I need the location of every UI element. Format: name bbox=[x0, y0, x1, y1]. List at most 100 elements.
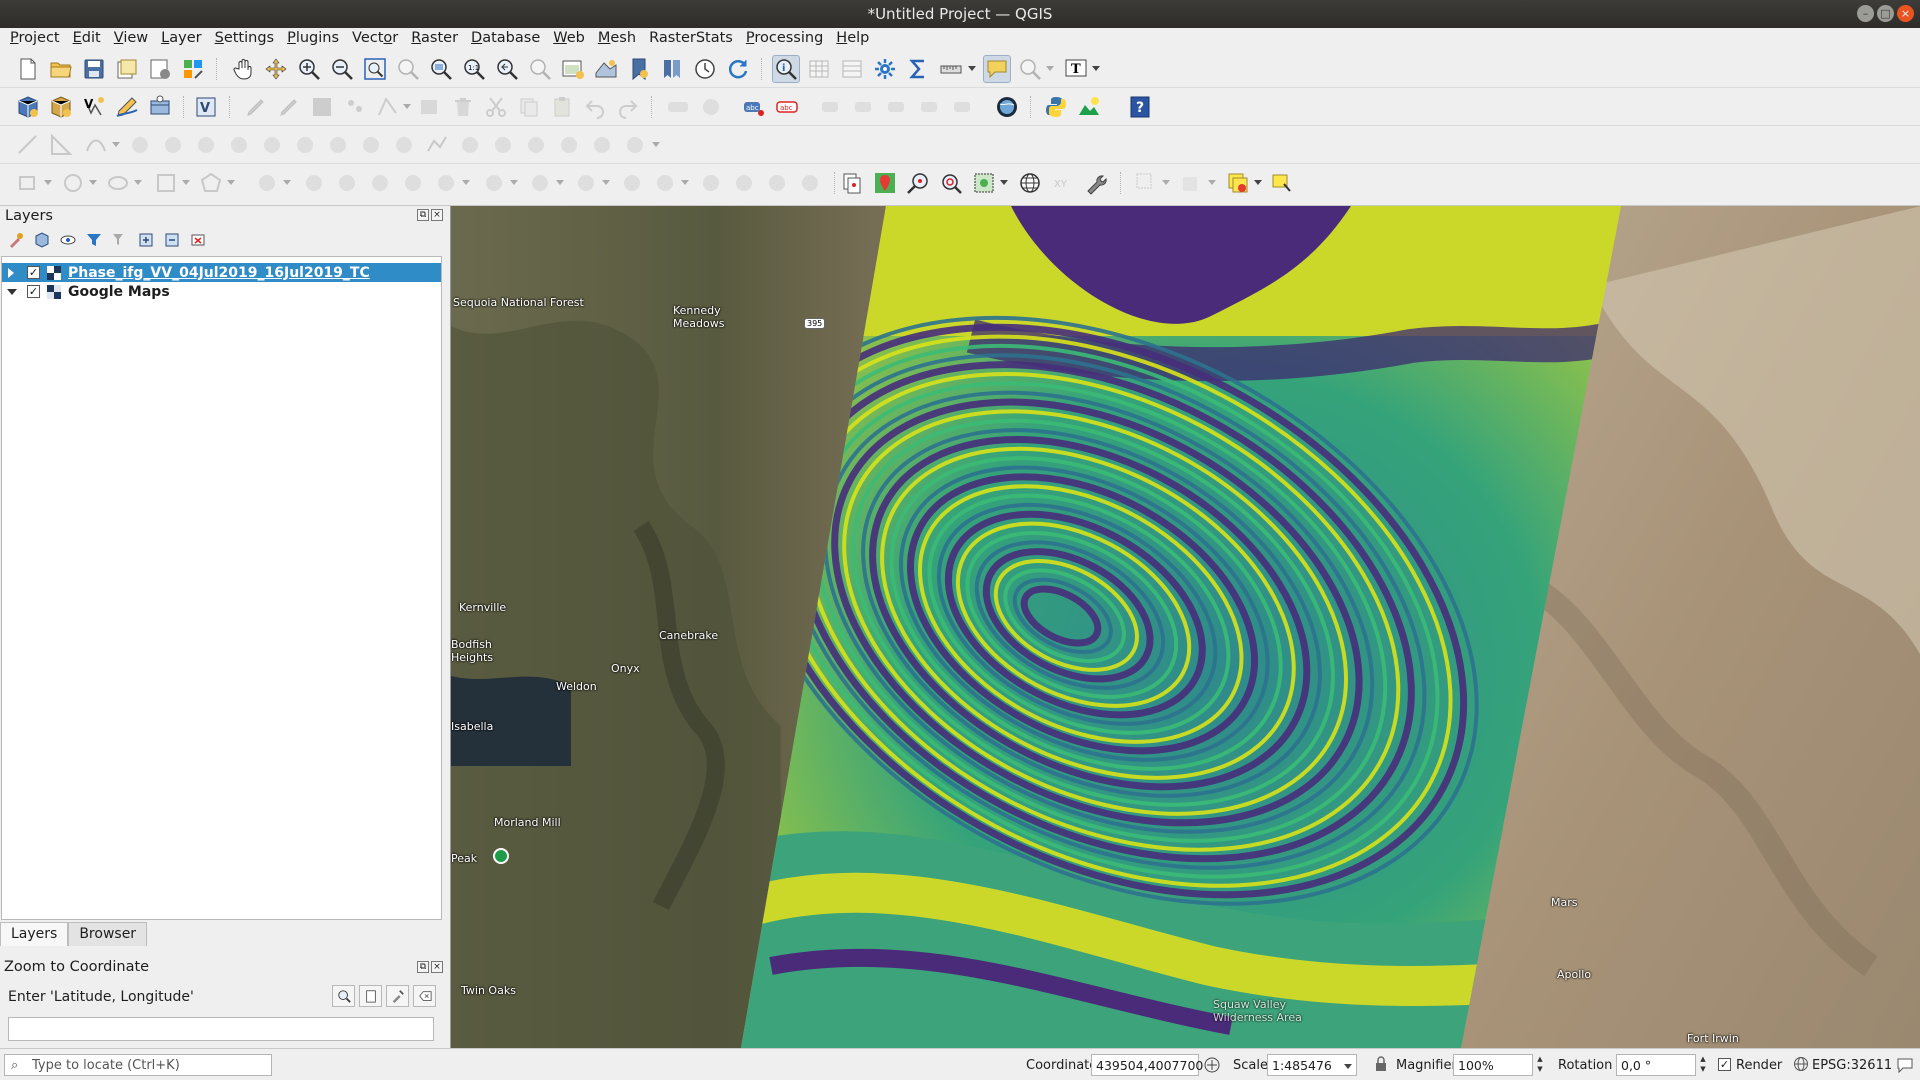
text-annotation-icon[interactable]: T bbox=[1062, 55, 1090, 83]
digitize-curve-icon[interactable] bbox=[82, 131, 110, 159]
fill-ring-icon[interactable] bbox=[192, 131, 220, 159]
cut-features-icon[interactable] bbox=[482, 93, 510, 121]
menu-layer[interactable]: Layer bbox=[155, 28, 208, 50]
zoom-out-icon[interactable] bbox=[328, 55, 356, 83]
deselect-all-icon[interactable] bbox=[1224, 169, 1252, 197]
add-ellipse-icon[interactable] bbox=[104, 169, 132, 197]
close-panel-button[interactable]: × bbox=[431, 209, 443, 221]
layout-manager-icon[interactable] bbox=[146, 55, 174, 83]
collapse-all-icon[interactable] bbox=[162, 230, 182, 250]
float-panel-button[interactable]: ⧉ bbox=[417, 961, 429, 973]
scale-dropdown-icon[interactable] bbox=[1344, 1064, 1352, 1069]
zoom-in-icon[interactable] bbox=[295, 55, 323, 83]
settings-wrench-icon[interactable] bbox=[1082, 169, 1110, 197]
add-polygon-icon[interactable] bbox=[197, 169, 225, 197]
toggle-extents-icon[interactable] bbox=[1203, 1056, 1221, 1078]
add-circle-icon[interactable] bbox=[59, 169, 87, 197]
menu-edit[interactable]: Edit bbox=[67, 28, 108, 50]
toggle-editing-icon[interactable] bbox=[242, 93, 270, 121]
shape-tool-j-icon[interactable] bbox=[618, 169, 646, 197]
zoom-to-coordinate-icon[interactable] bbox=[332, 985, 355, 1007]
web-globe-icon[interactable] bbox=[1016, 169, 1044, 197]
add-regular-polygon-icon[interactable] bbox=[152, 169, 180, 197]
paste-features-icon[interactable] bbox=[548, 93, 576, 121]
tab-browser[interactable]: Browser bbox=[68, 922, 148, 946]
shape-tool-m-icon[interactable] bbox=[730, 169, 758, 197]
trim-extend-icon[interactable] bbox=[390, 131, 418, 159]
zoom-to-layer-icon[interactable] bbox=[427, 55, 455, 83]
crs-globe-icon[interactable] bbox=[1793, 1056, 1809, 1076]
offset-point-symbols-icon[interactable] bbox=[621, 131, 649, 159]
open-attribute-table-icon[interactable] bbox=[805, 55, 833, 83]
menu-rasterstats[interactable]: RasterStats bbox=[643, 28, 740, 50]
messages-icon[interactable] bbox=[1896, 1056, 1914, 1078]
save-project-icon[interactable] bbox=[80, 55, 108, 83]
menu-plugins[interactable]: Plugins bbox=[281, 28, 346, 50]
show-unplaced-labels-icon[interactable]: abc bbox=[773, 93, 801, 121]
zoom-native-icon[interactable]: 1:1 bbox=[460, 55, 488, 83]
coordinate-input[interactable] bbox=[8, 1017, 434, 1041]
style-layer-icon[interactable] bbox=[6, 230, 26, 250]
xy-tool-icon[interactable]: XY bbox=[1049, 169, 1077, 197]
identify-features-icon[interactable]: i bbox=[772, 55, 800, 83]
zoom-to-extent-target-icon[interactable] bbox=[937, 169, 965, 197]
pan-to-selection-icon[interactable] bbox=[262, 55, 290, 83]
paste-coordinate-icon[interactable] bbox=[359, 985, 382, 1007]
reverse-line-icon[interactable] bbox=[357, 131, 385, 159]
layer-item-google-maps[interactable]: ✓ Google Maps bbox=[2, 282, 441, 301]
rotate-point-symbols-icon[interactable] bbox=[588, 131, 616, 159]
map-marker-icon[interactable] bbox=[493, 848, 509, 864]
lock-scale-icon[interactable] bbox=[1374, 1056, 1388, 1076]
label-tool-icon[interactable] bbox=[664, 93, 692, 121]
undo-icon[interactable] bbox=[581, 93, 609, 121]
capture-point-icon[interactable] bbox=[871, 169, 899, 197]
menu-processing[interactable]: Processing bbox=[740, 28, 830, 50]
cad-tools-icon[interactable] bbox=[47, 131, 75, 159]
locator-bar[interactable]: ⌕ Type to locate (Ctrl+K) bbox=[4, 1054, 272, 1076]
show-hide-labels-icon[interactable] bbox=[851, 93, 879, 121]
map-tips-icon[interactable] bbox=[983, 55, 1011, 83]
save-edits-icon[interactable] bbox=[308, 93, 336, 121]
menu-view[interactable]: View bbox=[108, 28, 155, 50]
raster-plugin-icon[interactable] bbox=[1075, 93, 1103, 121]
clear-coordinate-icon[interactable] bbox=[413, 985, 436, 1007]
zoom-last-icon[interactable] bbox=[493, 55, 521, 83]
remove-layer-icon[interactable] bbox=[188, 230, 208, 250]
vertex-tool-icon[interactable] bbox=[374, 93, 402, 121]
open-project-icon[interactable] bbox=[47, 55, 75, 83]
rotate-label-icon[interactable] bbox=[917, 93, 945, 121]
layer-item-phase-ifg[interactable]: ✓ Phase_ifg_VV_04Jul2019_16Jul2019_TC bbox=[2, 263, 441, 282]
data-source-manager-icon[interactable] bbox=[14, 93, 42, 121]
python-console-icon[interactable] bbox=[1042, 93, 1070, 121]
simplify-feature-icon[interactable] bbox=[423, 131, 451, 159]
select-by-rectangle-icon[interactable] bbox=[970, 169, 998, 197]
redo-icon[interactable] bbox=[614, 93, 642, 121]
select-features-icon[interactable] bbox=[1132, 169, 1160, 197]
rotation-spinner[interactable]: ▲ ▼ bbox=[1697, 1054, 1709, 1076]
filter-by-expression-icon[interactable] bbox=[110, 230, 130, 250]
zoom-to-point-icon[interactable] bbox=[904, 169, 932, 197]
shape-tool-f-icon[interactable] bbox=[432, 169, 460, 197]
render-checkbox[interactable]: ✓ bbox=[1718, 1058, 1731, 1071]
menu-vector[interactable]: Vector bbox=[346, 28, 405, 50]
close-panel-button[interactable]: × bbox=[431, 961, 443, 973]
show-bookmarks-icon[interactable] bbox=[658, 55, 686, 83]
toolbox-gear-icon[interactable] bbox=[871, 55, 899, 83]
new-map-view-icon[interactable] bbox=[559, 55, 587, 83]
maximize-button[interactable]: □ bbox=[1877, 5, 1894, 22]
new-print-layout-icon[interactable] bbox=[113, 55, 141, 83]
add-rectangle-icon[interactable] bbox=[14, 169, 42, 197]
rotation-field[interactable]: 0,0 ° bbox=[1616, 1054, 1696, 1076]
pan-map-icon[interactable] bbox=[229, 55, 257, 83]
reshape-features-icon[interactable] bbox=[291, 131, 319, 159]
pin-labels-icon[interactable] bbox=[818, 93, 846, 121]
menu-mesh[interactable]: Mesh bbox=[592, 28, 643, 50]
split-features-icon[interactable] bbox=[456, 131, 484, 159]
current-edits-icon[interactable] bbox=[275, 93, 303, 121]
new-3d-map-view-icon[interactable] bbox=[592, 55, 620, 83]
shape-tool-h-icon[interactable] bbox=[526, 169, 554, 197]
collapse-arrow-icon[interactable] bbox=[7, 288, 17, 295]
crs-label[interactable]: EPSG:32611 bbox=[1812, 1058, 1892, 1073]
highlight-pinned-labels-icon[interactable]: abc bbox=[740, 93, 768, 121]
create-virtual-layer-icon[interactable]: V bbox=[192, 93, 220, 121]
